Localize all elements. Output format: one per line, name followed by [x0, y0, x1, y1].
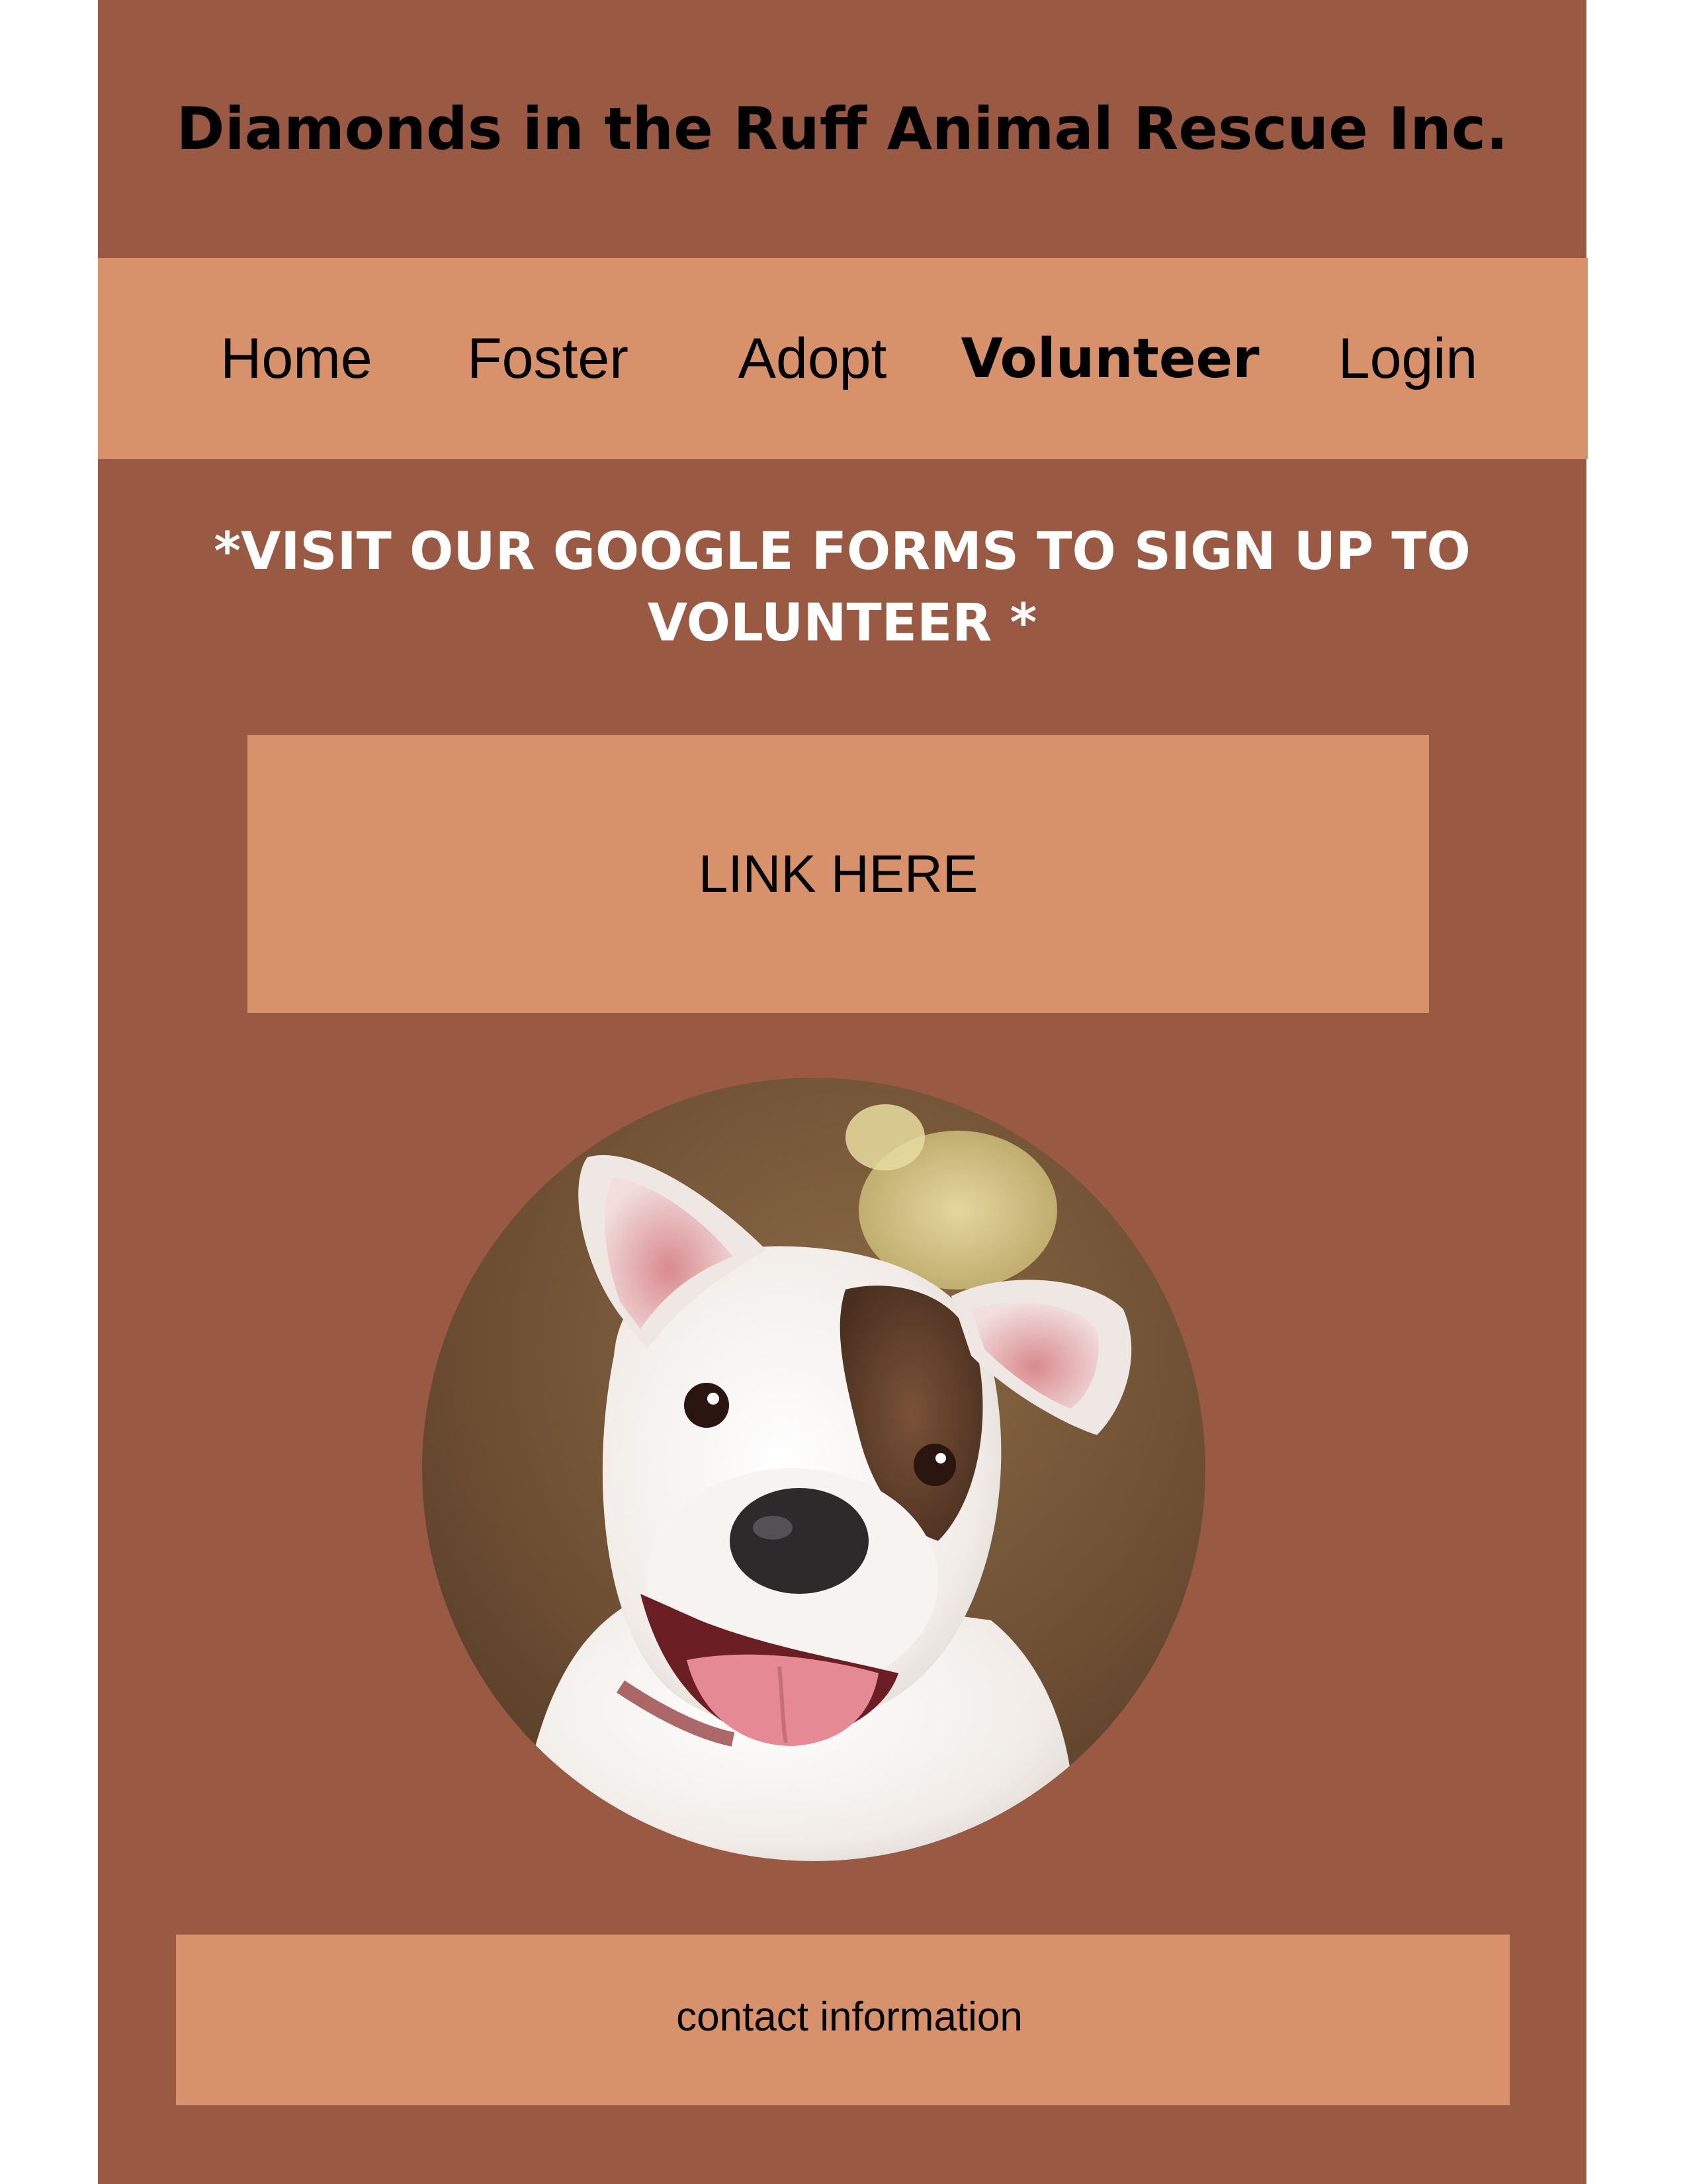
left-eye: [684, 1383, 729, 1428]
contact-information-label: contact information: [676, 1993, 1023, 2040]
nav-item-adopt[interactable]: Adopt: [713, 258, 912, 459]
page: Diamonds in the Ruff Animal Rescue Inc. …: [0, 0, 1687, 2184]
nav-item-login[interactable]: Login: [1309, 258, 1507, 459]
google-form-link-button[interactable]: LINK HERE: [247, 735, 1429, 1013]
right-eye: [914, 1444, 956, 1486]
site-title: Diamonds in the Ruff Animal Rescue Inc.: [176, 94, 1508, 163]
dog-photo: [422, 1078, 1205, 1861]
nav-item-home[interactable]: Home: [197, 258, 396, 459]
nav-item-foster[interactable]: Foster: [449, 258, 647, 459]
main-nav: Home Foster Adopt Volunteer Login: [98, 258, 1588, 459]
site-header: Diamonds in the Ruff Animal Rescue Inc.: [98, 0, 1586, 258]
contact-footer: contact information: [176, 1935, 1510, 2105]
notice-line-2: VOLUNTEER *: [647, 593, 1037, 653]
nav-item-volunteer[interactable]: Volunteer: [961, 258, 1259, 459]
notice-line-1: *VISIT OUR GOOGLE FORMS TO SIGN UP TO: [214, 522, 1471, 582]
nose: [730, 1488, 869, 1594]
volunteer-notice: *VISIT OUR GOOGLE FORMS TO SIGN UP TO VO…: [98, 516, 1586, 659]
